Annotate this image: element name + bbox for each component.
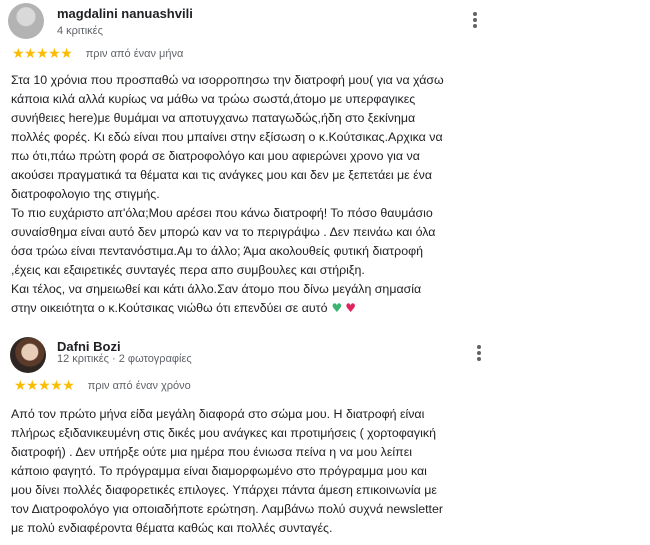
star-rating: ★★★★★ [14, 377, 75, 394]
red-heart-icon: ♥ [345, 301, 356, 315]
review-text-line: ακούσει πραγματικά τα θέματα και τις ανά… [11, 168, 433, 182]
reviewer-name[interactable]: Dafni Bozi [57, 339, 121, 354]
review-text-line: κάποιο φαγητό. Το πρόγραμμα είναι διαμορ… [11, 464, 427, 478]
green-heart-icon: ♥ [331, 301, 343, 315]
review-text-line: διατροφολογιο της στιγμής. [11, 187, 160, 201]
review-text-line: πλήρως εξιδανικευμένη στις δικές μου ανά… [11, 426, 436, 440]
more-vert-icon[interactable] [468, 12, 482, 32]
review-text-line: στην οικειότητα ο κ.Κούτσικας νιώθω ότι … [11, 301, 328, 315]
review-text-line: όσα τρώω είναι πεντανόστιμα.Αμ το άλλο; … [11, 244, 424, 258]
review-text-line: συνήθειες here)με θυμάμαι να αποτυγχανω … [11, 111, 416, 125]
review-text-line: Στα 10 χρόνια που προσπαθώ να ισορροπησω… [11, 73, 444, 87]
review-text-last-line: στην οικειότητα ο κ.Κούτσικας νιώθω ότι … [11, 299, 496, 318]
review-text-line: με πολύ ενδιαφέροντα θέματα καθώς και πο… [11, 521, 333, 535]
more-vert-icon[interactable] [472, 345, 486, 365]
reviewer-meta: 4 κριτικές [57, 25, 103, 37]
avatar[interactable] [10, 337, 46, 373]
review-text-line: συναίσθημα είναι αυτό δεν μπορώ καν να τ… [11, 225, 436, 239]
review-date: πριν από έναν χρόνο [87, 379, 191, 392]
hearts-emoji: ♥ ♥ [331, 301, 356, 315]
rating-row: ★★★★★ πριν από έναν χρόνο [14, 377, 191, 395]
review-text-line: κάποια κιλά αλλά κυρίως να μάθω να τρώω … [11, 92, 416, 106]
review-text-line: Από τον πρώτο μήνα είδα μεγάλη διαφορά σ… [11, 407, 425, 421]
reviewer-meta: 12 κριτικές · 2 φωτογραφίες [57, 353, 192, 365]
review-text-line: ,έχεις και εξαιρετικές συνταγές περα απο… [11, 263, 365, 277]
review-text: Από τον πρώτο μήνα είδα μεγάλη διαφορά σ… [11, 405, 491, 538]
reviewer-name[interactable]: magdalini nanuashvili [57, 6, 193, 21]
review-text: Στα 10 χρόνια που προσπαθώ να ισορροπησω… [11, 71, 496, 318]
review-text-line: τον Διατροφολόγο για οποιαδήποτε ερώτηση… [11, 502, 444, 516]
review-text-line: διατροφή) . Δεν υπήρξε ούτε μια ημέρα πο… [11, 445, 412, 459]
avatar[interactable] [8, 3, 44, 39]
review-text-line: πολλές φορές. Κι εδώ είναι που μπαίνει σ… [11, 130, 443, 144]
rating-row: ★★★★★ πριν από έναν μήνα [12, 45, 183, 63]
review-text-line: Το πιο ευχάριστο απ'όλα;Μου αρέσει που κ… [11, 206, 433, 220]
star-rating: ★★★★★ [12, 45, 73, 62]
review-text-line: πω ότι,πάω πρώτη φορά σε διατροφολόγο κα… [11, 149, 420, 163]
review-text-line: μου δίνει πολλές διαφορετικές επιλογες. … [11, 483, 437, 497]
review-text-line: Και τέλος, να σημειωθεί και κάτι άλλο.Σα… [11, 282, 422, 296]
review-date: πριν από έναν μήνα [85, 47, 184, 60]
